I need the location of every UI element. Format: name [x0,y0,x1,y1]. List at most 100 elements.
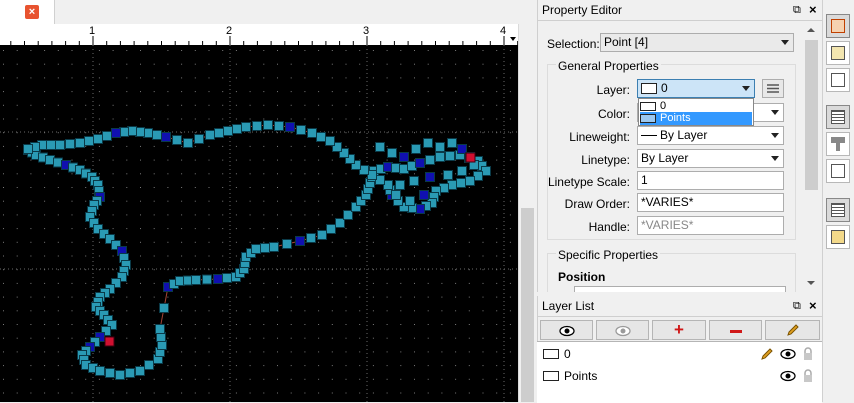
float-panel-icon[interactable]: ⧉ [793,300,801,313]
remove-layer-button[interactable] [709,320,762,340]
edit-layer-button[interactable] [765,320,820,340]
track-point-marker [307,128,317,138]
track-point-marker [425,172,435,182]
properties-scroll-thumb[interactable] [805,40,818,190]
layer-swatch-icon [543,371,559,381]
lineweight-combo[interactable]: By Layer [637,126,784,145]
layer-option-0[interactable]: 0 [640,100,752,112]
track-point-marker [232,124,242,134]
layer-manager-button[interactable] [762,79,784,98]
filter-tool-icon[interactable] [826,132,850,156]
linetype-scale-input[interactable]: 1 [637,171,784,190]
layer-row-points[interactable]: Points [537,365,822,387]
document-tab-strip [0,0,537,25]
hide-all-layers-button[interactable] [596,320,649,340]
show-all-layers-button[interactable] [540,320,593,340]
track-point-marker [274,121,284,131]
layer-swatch-icon [640,101,656,111]
general-properties-title: General Properties [556,59,661,73]
track-point-marker [282,239,292,249]
track-point-marker [241,122,251,132]
track-point-marker [326,224,336,234]
track-point-marker [409,176,419,186]
block-list-tool-icon[interactable] [826,41,850,65]
chevron-down-icon [781,40,789,45]
ruler-label-4: 4 [500,25,507,37]
layer-row-0[interactable]: 0 [537,343,822,365]
track-point-marker [415,158,425,168]
pencil-icon[interactable] [759,346,775,362]
track-point-marker [172,135,182,145]
layer-list-title: Layer List [538,296,823,317]
ruler-label-3: 3 [363,25,370,37]
eye-icon[interactable] [780,370,796,382]
track-point-marker [435,152,445,162]
application-menu-tool-icon[interactable] [826,14,850,38]
track-point-marker [391,190,401,200]
close-panel-icon[interactable]: × [809,298,817,313]
track-point-marker [435,142,445,152]
eye-icon [558,325,575,337]
track-point-marker [191,275,201,285]
track-point-marker [296,125,306,135]
library-tool-icon[interactable] [826,159,850,183]
position-field[interactable] [574,286,786,292]
track-point-marker [202,274,212,285]
layer-label: Layer: [596,83,630,97]
linetype-combo[interactable]: By Layer [637,149,784,168]
layer-tool-icon[interactable] [826,68,850,92]
linetype-label: Linetype: [581,153,630,167]
draw-order-input[interactable]: *VARIES* [637,193,784,212]
layer-swatch-icon [640,113,656,123]
layer-option-points[interactable]: Points [640,112,752,125]
track-point-marker [23,144,33,154]
add-layer-button[interactable]: + [652,320,706,340]
command-line-tool-icon[interactable] [826,198,850,222]
scroll-up-icon[interactable] [807,28,815,32]
layer-swatch-icon [641,83,657,95]
eye-off-icon [614,325,631,337]
track-point-marker [425,155,435,165]
track-point-marker [423,138,433,148]
track-point-marker [375,142,385,152]
selection-value: Point [4] [604,35,649,49]
lock-icon[interactable] [802,346,814,361]
canvas-drawing[interactable] [0,45,518,402]
layer-option-label: 0 [660,100,667,112]
handle-label: Handle: [588,220,630,234]
track-point-marker [105,368,115,378]
track-point-marker [214,128,224,138]
float-panel-icon[interactable]: ⧉ [793,4,801,17]
close-panel-icon[interactable]: × [809,2,817,17]
track-point-marker [260,243,270,253]
track-point-marker [102,131,112,141]
track-point-marker [405,196,415,206]
track-point-marker [95,366,105,376]
clipboard-tool-icon[interactable] [826,225,850,249]
layer-value: 0 [661,81,668,95]
track-point-marker [325,136,335,146]
canvas-scroll-thumb[interactable] [521,208,534,402]
drawing-canvas[interactable] [0,45,518,402]
pencil-icon [786,324,799,336]
minus-icon [729,329,742,333]
selection-combo[interactable]: Point [4] [600,33,794,52]
eye-icon[interactable] [780,348,796,360]
ruler-ticks [10,36,518,45]
track-point-marker [205,130,215,140]
line-sample-icon [641,135,657,137]
scroll-down-icon[interactable] [807,281,815,285]
property-editor-tool-icon[interactable] [826,105,850,129]
close-tab-icon[interactable]: × [25,5,39,19]
ruler-label-2: 2 [226,25,233,37]
lock-icon[interactable] [802,368,814,383]
chevron-down-icon [771,156,779,161]
track-point-marker [125,368,135,378]
track-point-marker [306,233,316,243]
chevron-down-icon [742,86,750,91]
track-point-marker [161,132,171,142]
track-point-marker [285,122,295,132]
handle-input[interactable]: *VARIES* [637,216,784,235]
track-point-marker [445,151,455,161]
layer-combo[interactable]: 0 [637,79,755,98]
